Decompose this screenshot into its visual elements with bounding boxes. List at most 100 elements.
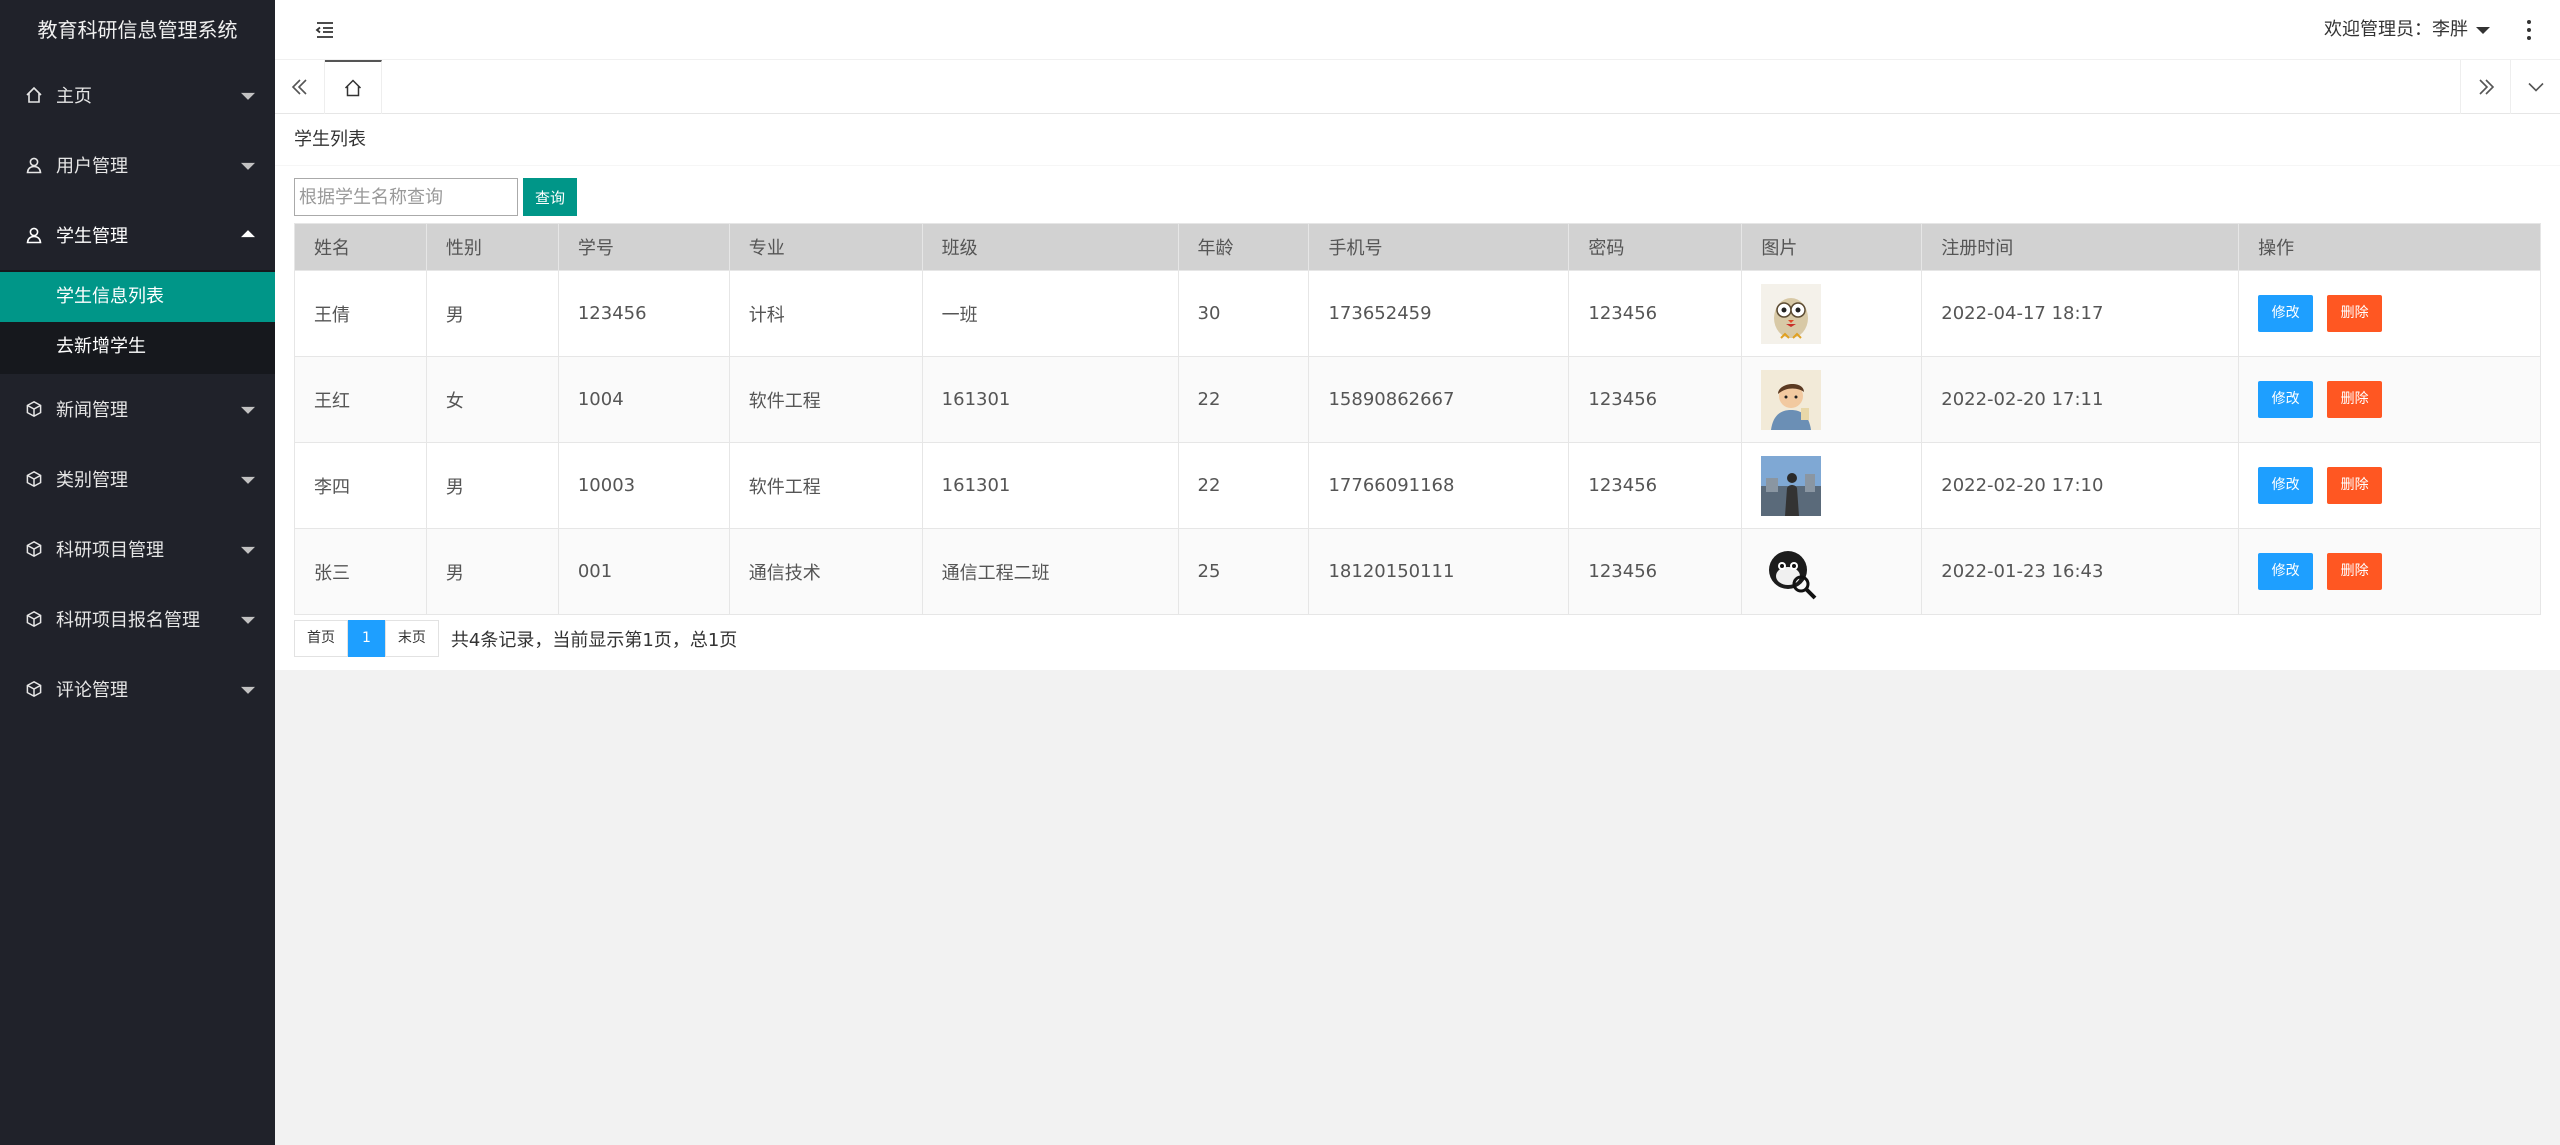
- edit-button[interactable]: 修改: [2258, 295, 2314, 332]
- sidebar-item-label: 科研项目管理: [56, 540, 164, 561]
- search-input[interactable]: [294, 178, 518, 216]
- pagination-info: 共4条记录，当前显示第1页，总1页: [450, 629, 738, 651]
- first-page-button[interactable]: 首页: [294, 620, 348, 657]
- chevron-down-icon: [241, 92, 255, 100]
- pagination: 首页 1 末页 共4条记录，当前显示第1页，总1页: [294, 620, 737, 657]
- table-header-row: 姓名 性别 学号 专业 班级 年龄 手机号 密码 图片 注册时间 操作: [294, 223, 2541, 271]
- cell-phone: 17766091168: [1308, 442, 1570, 529]
- delete-button[interactable]: 删除: [2327, 553, 2383, 590]
- user-menu[interactable]: 欢迎管理员：李胖: [2324, 0, 2490, 60]
- column-header: 班级: [921, 223, 1179, 271]
- column-header: 学号: [557, 223, 730, 271]
- sidebar-item-home[interactable]: 主页: [0, 60, 275, 130]
- cell-class: 一班: [921, 270, 1179, 357]
- sidebar-item-label: 学生管理: [56, 226, 128, 247]
- cell-password: 123456: [1568, 356, 1743, 443]
- sidebar-item-label: 类别管理: [56, 470, 128, 491]
- student-table: 姓名 性别 学号 专业 班级 年龄 手机号 密码 图片 注册时间 操作 王倩 男…: [294, 223, 2541, 615]
- double-chevron-right-icon: [2478, 79, 2494, 95]
- cell-major: 通信技术: [728, 528, 923, 615]
- edit-button[interactable]: 修改: [2258, 381, 2314, 418]
- column-header: 性别: [425, 223, 559, 271]
- edit-button[interactable]: 修改: [2258, 553, 2314, 590]
- table-row: 王红 女 1004 软件工程 161301 22 15890862667 123…: [294, 356, 2541, 443]
- cell-phone: 18120150111: [1308, 528, 1570, 615]
- tabs-bar: [275, 60, 2560, 114]
- home-icon: [344, 79, 362, 97]
- cell-gender: 男: [425, 442, 559, 529]
- cell-registered: 2022-04-17 18:17: [1921, 270, 2240, 357]
- user-icon: [24, 225, 44, 245]
- shrink-sidebar-icon[interactable]: [313, 18, 337, 42]
- table-row: 李四 男 10003 软件工程 161301 22 17766091168 12…: [294, 442, 2541, 529]
- sidebar-subitem-student-list[interactable]: 学生信息列表: [0, 272, 275, 322]
- chevron-down-icon: [2476, 26, 2490, 34]
- cell-password: 123456: [1568, 442, 1743, 529]
- sidebar-item-label: 新闻管理: [56, 400, 128, 421]
- cube-icon: [24, 679, 44, 699]
- sidebar-item-students[interactable]: 学生管理: [0, 200, 275, 270]
- cell-gender: 男: [425, 270, 559, 357]
- cell-actions: 修改 删除: [2238, 270, 2541, 357]
- welcome-text: 欢迎管理员：李胖: [2324, 19, 2468, 40]
- tabs-scroll-left-button[interactable]: [275, 60, 325, 114]
- double-chevron-left-icon: [291, 79, 307, 95]
- column-header: 注册时间: [1921, 223, 2240, 271]
- cell-major: 软件工程: [728, 442, 923, 529]
- last-page-button[interactable]: 末页: [384, 620, 439, 657]
- cell-age: 25: [1177, 528, 1310, 615]
- cell-password: 123456: [1568, 270, 1743, 357]
- cell-registered: 2022-02-20 17:10: [1921, 442, 2240, 529]
- chevron-down-icon: [241, 476, 255, 484]
- sidebar-item-comments[interactable]: 评论管理: [0, 654, 275, 724]
- sidebar-item-users[interactable]: 用户管理: [0, 130, 275, 200]
- cell-class: 161301: [921, 356, 1179, 443]
- chevron-down-icon: [241, 406, 255, 414]
- cell-age: 22: [1177, 442, 1310, 529]
- search-row: 查询: [294, 178, 577, 216]
- chevron-down-icon: [2527, 82, 2544, 92]
- cell-phone: 15890862667: [1308, 356, 1570, 443]
- edit-button[interactable]: 修改: [2258, 467, 2314, 504]
- page-1-button[interactable]: 1: [348, 620, 385, 657]
- search-button[interactable]: 查询: [523, 178, 577, 216]
- delete-button[interactable]: 删除: [2327, 467, 2383, 504]
- column-header: 姓名: [294, 223, 427, 271]
- cell-phone: 173652459: [1308, 270, 1570, 357]
- cell-name: 王倩: [294, 270, 427, 357]
- column-header: 年龄: [1177, 223, 1310, 271]
- sidebar-item-label: 用户管理: [56, 156, 128, 177]
- sidebar-item-label: 科研项目报名管理: [56, 610, 200, 631]
- students-subnav: 学生信息列表 去新增学生: [0, 270, 275, 374]
- table-row: 王倩 男 123456 计科 一班 30 173652459 123456 20…: [294, 270, 2541, 357]
- chevron-down-icon: [241, 162, 255, 170]
- owl-avatar-image: [1761, 283, 1822, 344]
- cell-image: [1741, 356, 1923, 443]
- sidebar-item-news[interactable]: 新闻管理: [0, 374, 275, 444]
- monkey-avatar-image: [1761, 541, 1822, 602]
- photo-avatar-image: [1761, 455, 1822, 516]
- tab-home[interactable]: [325, 60, 382, 114]
- cell-class: 161301: [921, 442, 1179, 529]
- column-header: 密码: [1568, 223, 1743, 271]
- sidebar-item-categories[interactable]: 类别管理: [0, 444, 275, 514]
- table-row: 张三 男 001 通信技术 通信工程二班 25 18120150111 1234…: [294, 528, 2541, 615]
- delete-button[interactable]: 删除: [2327, 381, 2383, 418]
- boy-avatar-image: [1761, 369, 1822, 430]
- delete-button[interactable]: 删除: [2327, 295, 2383, 332]
- column-header: 操作: [2238, 223, 2541, 271]
- more-vertical-icon[interactable]: [2526, 20, 2532, 40]
- cube-icon: [24, 399, 44, 419]
- tabs-menu-button[interactable]: [2510, 60, 2560, 114]
- cube-icon: [24, 469, 44, 489]
- sidebar-item-projects[interactable]: 科研项目管理: [0, 514, 275, 584]
- cell-major: 软件工程: [728, 356, 923, 443]
- sidebar-item-label: 评论管理: [56, 680, 128, 701]
- tabs-scroll-right-button[interactable]: [2460, 60, 2510, 114]
- cell-gender: 男: [425, 528, 559, 615]
- chevron-down-icon: [241, 616, 255, 624]
- cell-major: 计科: [728, 270, 923, 357]
- sidebar-subitem-add-student[interactable]: 去新增学生: [0, 322, 275, 372]
- sidebar-item-project-signups[interactable]: 科研项目报名管理: [0, 584, 275, 654]
- chevron-down-icon: [241, 686, 255, 694]
